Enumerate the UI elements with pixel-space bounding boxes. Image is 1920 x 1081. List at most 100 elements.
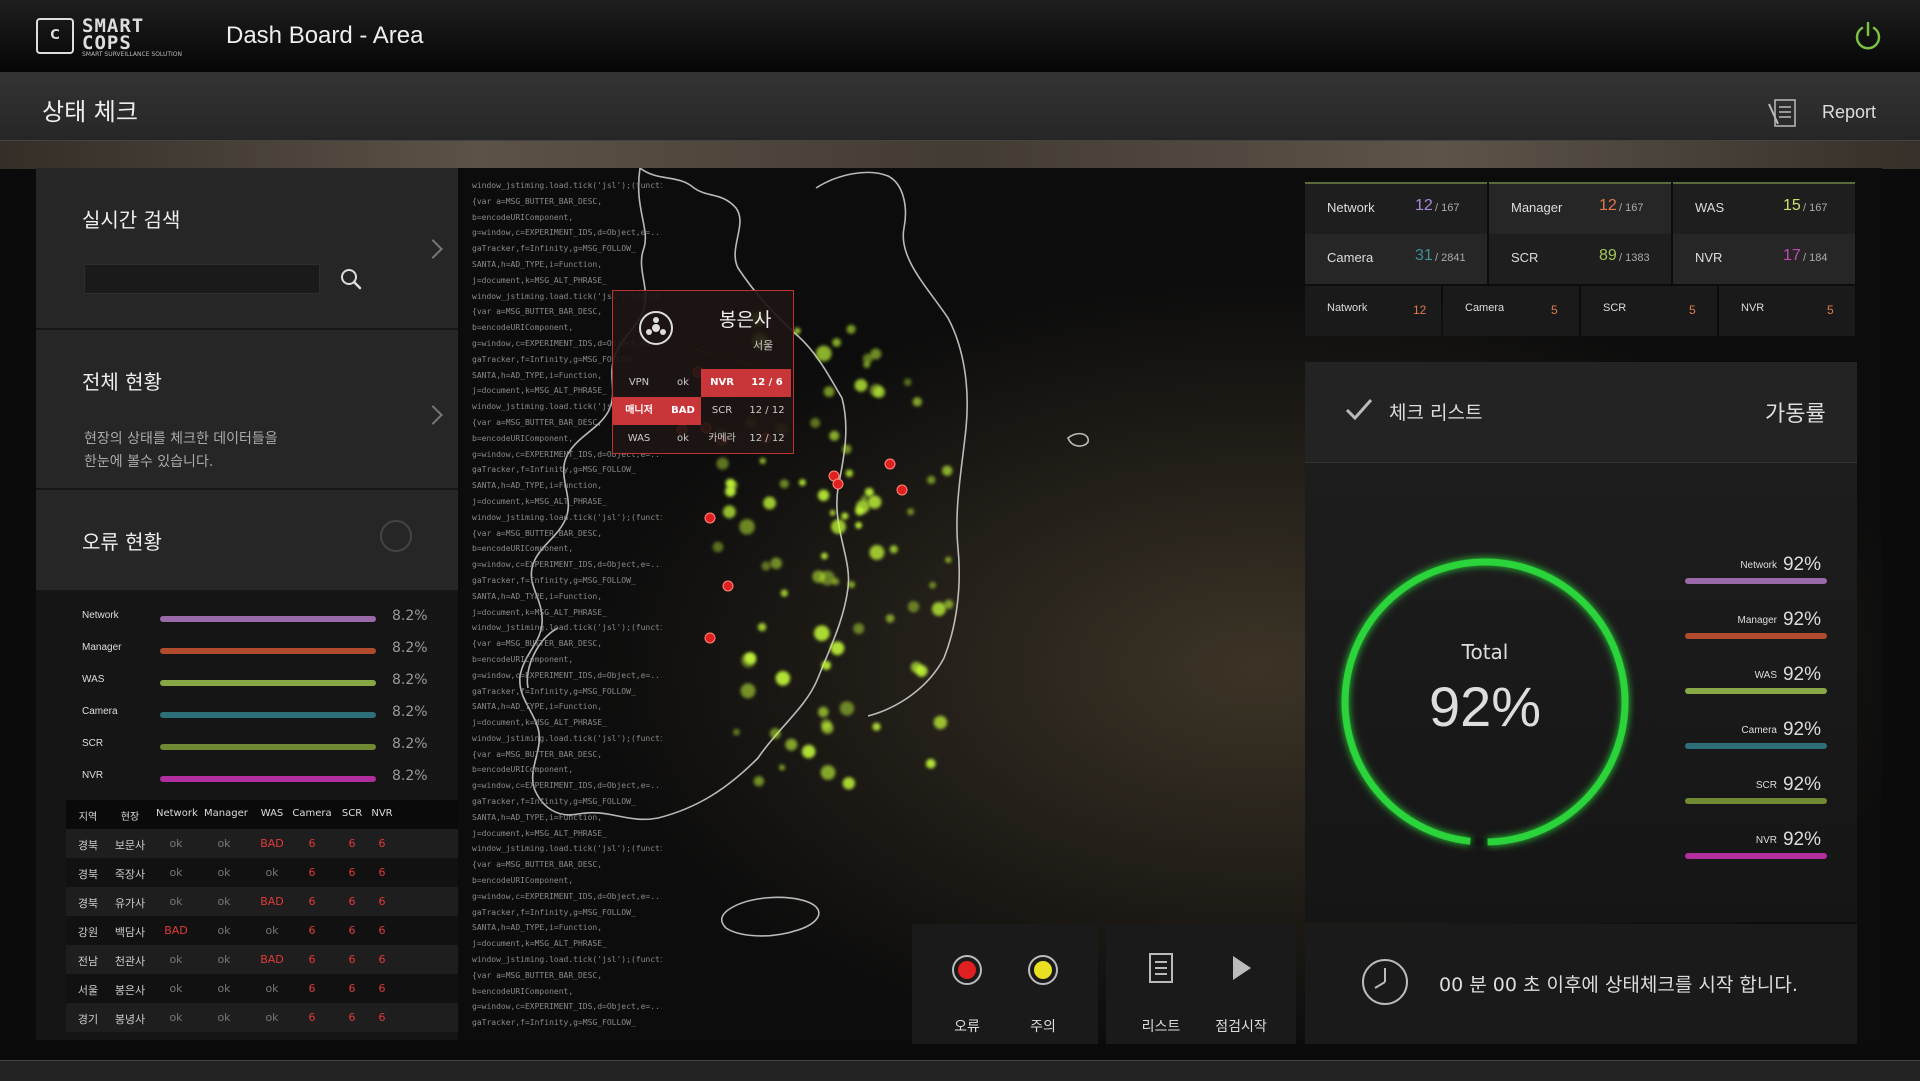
log-line: {var a=MSG_BUTTER_BAR_DESC,	[472, 749, 603, 759]
status-count-cell: Camera 5	[1443, 286, 1579, 336]
log-line: b=encodeURIComponent,	[472, 876, 574, 886]
table-cell: 유가사	[114, 897, 146, 910]
power-icon[interactable]	[1852, 20, 1884, 52]
log-line: g=window,c=EXPERIMENT_IDS,d=Object,e=...	[472, 781, 662, 791]
error-marker[interactable]	[896, 484, 908, 496]
table-cell: ok	[265, 1011, 279, 1024]
activity-light	[854, 379, 868, 392]
activity-light	[810, 417, 821, 428]
log-line: g=window,c=EXPERIMENT_IDS,d=Object,e=...	[472, 891, 662, 901]
error-bar-value: 8.2%	[392, 768, 428, 784]
activity-light	[869, 384, 883, 397]
error-marker[interactable]	[832, 478, 844, 490]
page-title: 상태 체크	[42, 98, 138, 126]
site-popup[interactable]: 봉은사 서울 VPN ok NVR 12 / 6 매니저 BAD SCR 12 / 12 WAS…	[612, 290, 794, 454]
status-count-name: Camera	[1465, 302, 1505, 314]
status-count-name: NVR	[1741, 302, 1765, 314]
log-line: b=encodeURIComponent,	[472, 986, 574, 996]
uptime-row: SCR 92%	[1685, 772, 1835, 812]
table-cell: ok	[169, 1011, 183, 1024]
chevron-right-icon[interactable]	[423, 239, 443, 259]
table-row[interactable]: 강원 백담사 BAD ok ok 6 6 6	[66, 916, 458, 945]
table-row[interactable]: 경북 유가사 ok ok BAD 6 6 6	[66, 887, 458, 916]
legend-error[interactable]: 오류	[932, 934, 1002, 1035]
activity-light	[829, 509, 836, 516]
legend-warning[interactable]: 주의	[1008, 934, 1078, 1035]
status-count-cell: NVR 5	[1719, 286, 1855, 336]
status-cell-name: WAS	[1695, 200, 1725, 215]
activity-light	[763, 496, 776, 510]
table-cell: 경북	[77, 868, 99, 881]
error-marker[interactable]	[704, 512, 716, 524]
status-cell-name: Network	[1327, 200, 1375, 215]
activity-light	[794, 327, 801, 335]
error-marker[interactable]	[704, 632, 716, 644]
log-line: SANTA,h=AD_TYPE,i=Function,	[472, 481, 603, 491]
activity-light	[912, 397, 922, 407]
timer-message: 00 분 00 초 이후에 상태체크를 시작 합니다.	[1439, 974, 1798, 996]
table-cell: 6	[308, 837, 316, 850]
table-cell: 봉은사	[114, 984, 146, 997]
popup-cell: 매니저	[613, 397, 665, 425]
activity-light	[842, 777, 855, 790]
activity-light	[885, 614, 895, 623]
search-icon[interactable]	[336, 264, 366, 294]
overview-section[interactable]: 전체 현황 현장의 상태를 체크한 데이터들을 한눈에 볼수 있습니다.	[36, 330, 458, 488]
table-row[interactable]: 경북 보문사 ok ok BAD 6 6 6	[66, 829, 458, 858]
table-row[interactable]: 서울 봉은사 ok ok ok 6 6 6	[66, 974, 458, 1003]
activity-light	[716, 457, 729, 470]
search-input[interactable]	[84, 264, 320, 294]
uptime-row-bar	[1685, 688, 1827, 694]
chevron-right-icon[interactable]	[423, 405, 443, 425]
error-bar	[160, 680, 376, 686]
refresh-indicator[interactable]	[380, 520, 412, 552]
report-icon[interactable]	[1766, 96, 1800, 130]
error-status-section: 오류 현황	[36, 490, 458, 590]
activity-light	[867, 495, 882, 509]
log-line: g=window,c=EXPERIMENT_IDS,d=Object,e=...	[472, 560, 662, 570]
error-marker[interactable]	[884, 458, 896, 470]
activity-light	[712, 541, 724, 553]
error-bar-label: Manager	[82, 642, 122, 653]
logo-mark: C	[36, 18, 74, 54]
activity-light	[769, 728, 781, 739]
popup-cell: SCR	[711, 405, 733, 416]
error-marker[interactable]	[722, 580, 734, 592]
activity-light	[942, 465, 953, 476]
activity-light	[855, 500, 870, 514]
activity-light	[814, 625, 830, 641]
error-bar-value: 8.2%	[392, 672, 428, 688]
log-line: {var a=MSG_BUTTER_BAR_DESC,	[472, 528, 603, 538]
activity-light	[775, 671, 791, 686]
table-row[interactable]: 경북 죽장사 ok ok ok 6 6 6	[66, 858, 458, 887]
activity-light	[933, 715, 948, 730]
activity-light	[817, 489, 830, 501]
activity-light	[903, 378, 912, 386]
start-check-button[interactable]: 점검시작	[1206, 934, 1276, 1035]
checklist-header: 체크 리스트 가동률	[1305, 362, 1857, 463]
table-cell: 천관사	[114, 955, 146, 968]
table-row[interactable]: 경기 봉녕사 ok ok ok 6 6 6	[66, 1003, 458, 1032]
uptime-row: WAS 92%	[1685, 662, 1835, 702]
list-button[interactable]: 리스트	[1126, 934, 1196, 1035]
activity-light	[832, 338, 841, 347]
activity-light	[820, 765, 836, 780]
uptime-row-bar	[1685, 633, 1827, 639]
error-bar-value: 8.2%	[392, 608, 428, 624]
error-bar	[160, 712, 376, 718]
uptime-row-value: 92%	[1782, 719, 1821, 740]
activity-light	[931, 602, 946, 616]
activity-light	[889, 545, 898, 554]
status-cell-value: 89	[1599, 247, 1617, 264]
report-button[interactable]: Report	[1822, 102, 1876, 123]
error-bar-value: 8.2%	[392, 704, 428, 720]
table-cell: ok	[217, 953, 231, 966]
activity-light	[723, 505, 736, 519]
activity-light	[780, 589, 788, 597]
status-summary-grid: Network 12/ 167 Manager 12/ 167 WAS 15/ 167 Ca…	[1305, 182, 1857, 342]
activity-light	[820, 718, 832, 730]
log-line: gaTracker,f=Infinity,g=MSG_FOLLOW_	[472, 797, 636, 807]
table-row[interactable]: 전남 천관사 ok ok BAD 6 6 6	[66, 945, 458, 974]
activity-light	[821, 552, 828, 560]
status-count-cell: Natwork 12	[1305, 286, 1441, 336]
